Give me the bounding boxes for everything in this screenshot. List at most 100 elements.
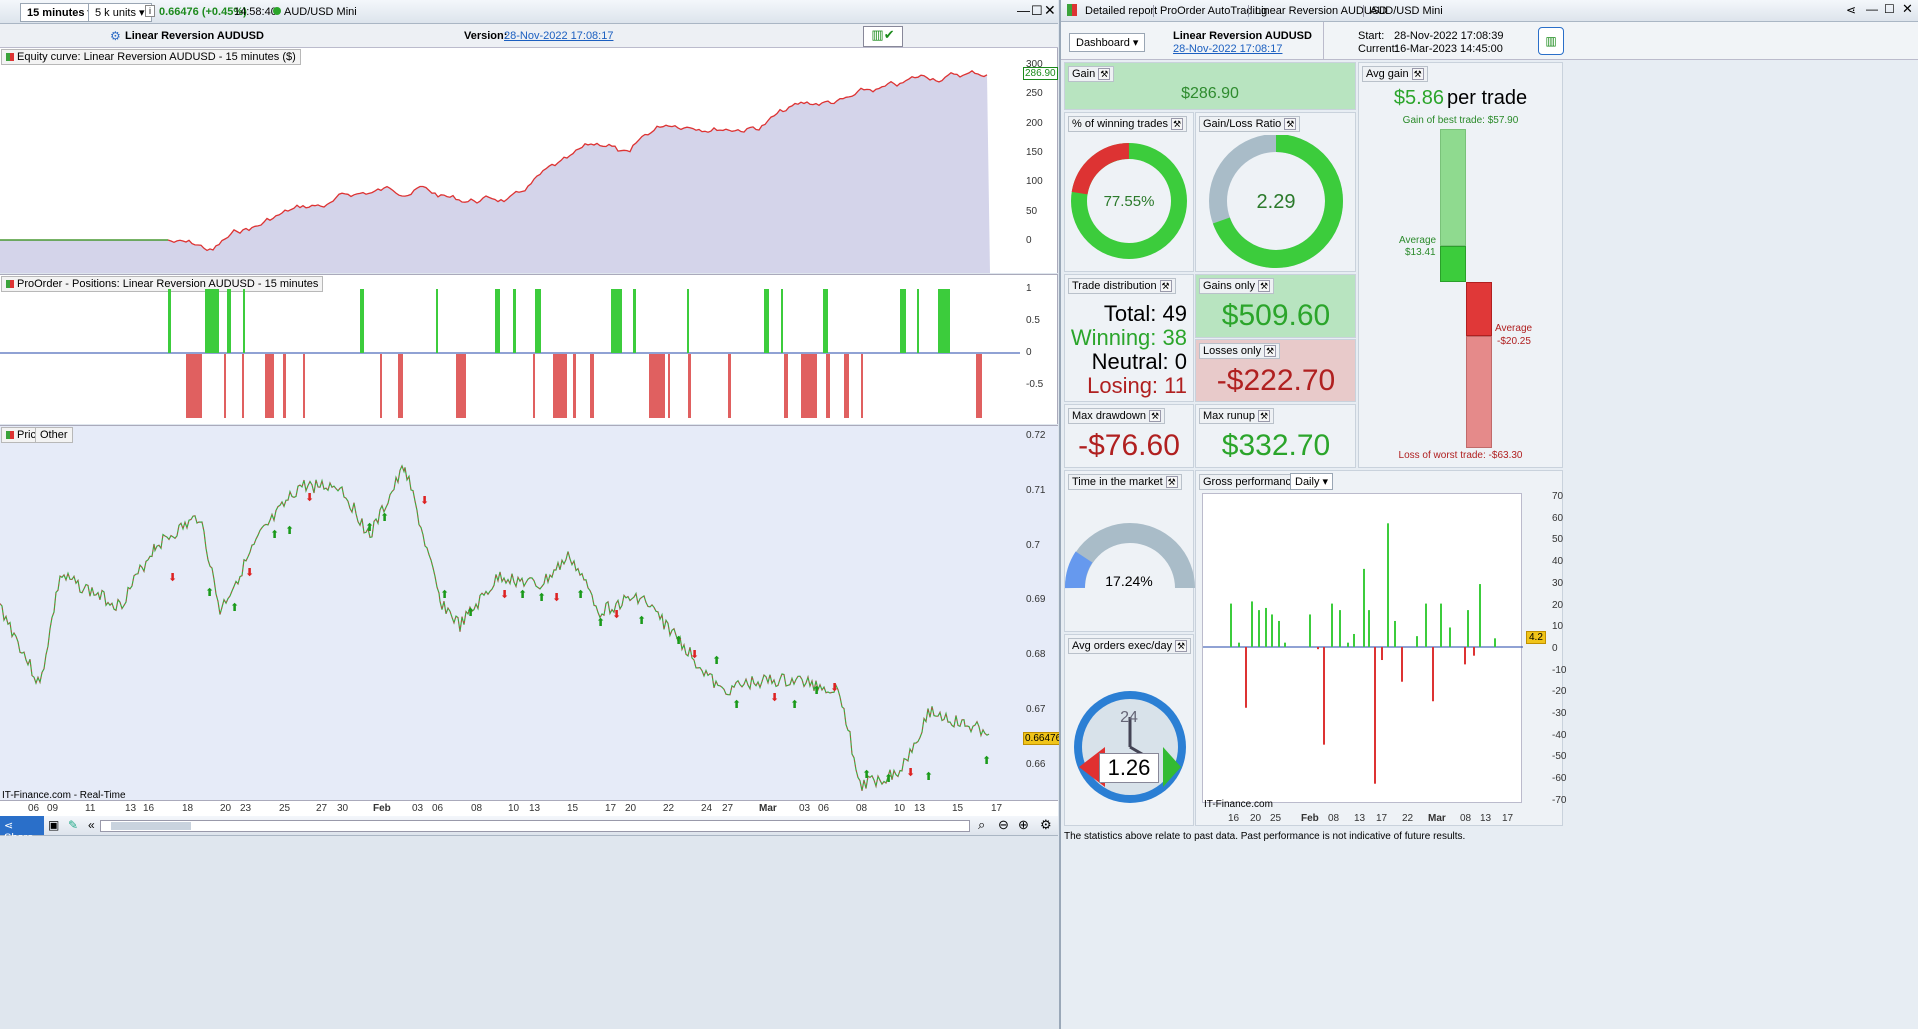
trade-marker: ⬆ <box>230 602 239 614</box>
avg-loss-amount: -$20.25 <box>1497 336 1531 347</box>
zoom-out-icon[interactable]: ⊖ <box>998 817 1009 833</box>
trade-marker: ⬆ <box>862 769 871 781</box>
gross-date-label: 16 <box>1228 813 1240 824</box>
trade-marker: ⬇ <box>690 649 699 661</box>
position-tick-label: 0.5 <box>1026 315 1040 326</box>
wrench-icon[interactable]: ⚒ <box>1257 280 1270 292</box>
close-icon[interactable]: ✕ <box>1044 2 1056 19</box>
avg-gain-title: Avg gain ⚒ <box>1362 66 1428 82</box>
horizontal-scrollbar[interactable] <box>100 820 970 832</box>
report-button-icon[interactable]: ▥✔ <box>863 26 903 47</box>
short-position-bar <box>784 354 788 418</box>
best-bar <box>1440 129 1466 246</box>
wrench-icon[interactable]: ⚒ <box>1098 68 1111 80</box>
minimize-icon[interactable]: — <box>1017 3 1030 18</box>
version-link[interactable]: 28-Nov-2022 17:08:17 <box>504 30 613 42</box>
tab-instrument[interactable]: AUD/USD Mini <box>1363 5 1443 17</box>
date-tick-label: 13 <box>914 803 926 814</box>
gross-date-label: 17 <box>1502 813 1514 824</box>
gross-date-label: 25 <box>1270 813 1282 824</box>
price-chart: ⬇ ⬆ ⬆ ⬇ ⬆ ⬆ ⬇ ⬆ ⬆ ⬇ ⬆ ⬆ ⬇ ⬆ ⬆ ⬇ ⬆ ⬆ ⬇ ⬆ ⬆ ⬇ ⬆ ⬆ ⬇ ⬆ ⬆ ⬇ ⬆ ⬆ ⬇ ⬆ ⬆ <box>0 464 991 791</box>
time-in-market-card: Time in the market ⚒ 17.24% <box>1064 470 1195 632</box>
trade-marker: ⬆ <box>790 699 799 711</box>
zoom-in-icon[interactable]: ⊕ <box>1018 817 1029 833</box>
losses-only-card: Losses only ⚒ -$222.70 <box>1195 339 1356 402</box>
long-position-bar <box>360 289 364 353</box>
trade-marker: ⬇ <box>245 567 254 579</box>
screenshot-icon[interactable]: ▣ <box>48 818 59 832</box>
trades-losing: Losing: 11 <box>1087 373 1187 398</box>
long-position-bar <box>513 289 516 353</box>
long-position-bar <box>938 289 950 353</box>
maximize-icon[interactable]: ☐ <box>1884 2 1895 16</box>
gross-tick-label: 20 <box>1552 599 1564 611</box>
short-position-bar <box>844 354 849 418</box>
wrench-icon[interactable]: ⚒ <box>1148 410 1161 422</box>
avg-gain-unit: per trade <box>1447 87 1528 109</box>
zoom-fit-icon[interactable]: ⌕ <box>978 817 985 833</box>
gross-date-label: Mar <box>1428 813 1446 824</box>
trade-marker: ⬇ <box>770 692 779 704</box>
tab-detailed-report[interactable]: Detailed report <box>1085 5 1157 17</box>
date-tick-label: 27 <box>722 803 734 814</box>
long-position-bar <box>495 289 500 353</box>
gross-date-label: 13 <box>1480 813 1492 824</box>
max-drawdown-value: -$76.60 <box>1078 429 1180 462</box>
equity-panel: Equity curve: Linear Reversion AUDUSD - … <box>0 48 1058 273</box>
winning-trades-title: % of winning trades ⚒ <box>1068 116 1187 132</box>
short-position-bar <box>186 354 202 418</box>
report-date-link[interactable]: 28-Nov-2022 17:08:17 <box>1173 43 1282 55</box>
long-position-bar <box>917 289 919 353</box>
position-tick-label: 0 <box>1026 347 1032 358</box>
date-tick-label: Mar <box>759 803 777 814</box>
price-tick-label: 0.67 <box>1026 704 1046 715</box>
strategy-icon: ⚙ <box>110 29 121 43</box>
price-tick-label: 0.68 <box>1026 649 1046 661</box>
trade-marker: ⬆ <box>537 592 546 604</box>
gross-tick-label: -70 <box>1552 794 1567 806</box>
maximize-icon[interactable]: ☐ <box>1031 3 1043 19</box>
close-icon[interactable]: ✕ <box>1902 1 1913 17</box>
info-icon[interactable]: i <box>145 5 155 17</box>
wrench-icon[interactable]: ⚒ <box>1165 476 1178 488</box>
current-label: Current: <box>1358 43 1398 55</box>
bottom-toolbar: ⋖ Share ▣ ✎ « ⌕ ⊖ ⊕ ⚙ <box>0 816 1058 844</box>
short-position-bar <box>826 354 830 418</box>
gross-tick-label: -40 <box>1552 729 1567 741</box>
draw-icon[interactable]: ✎ <box>68 818 78 832</box>
short-position-bar <box>590 354 594 418</box>
date-tick-label: 06 <box>818 803 830 814</box>
wrench-icon[interactable]: ⚒ <box>1257 410 1270 422</box>
equity-tick-label: 150 <box>1026 146 1043 158</box>
wrench-icon[interactable]: ⚒ <box>1171 118 1183 130</box>
gross-tick-label: -50 <box>1552 751 1567 763</box>
wrench-icon[interactable]: ⚒ <box>1175 640 1188 652</box>
trade-marker: ⬆ <box>205 587 214 599</box>
short-position-bar <box>649 354 665 418</box>
units-select[interactable]: 5 k units ▾ <box>88 3 152 22</box>
gross-tick-label: 50 <box>1552 534 1564 546</box>
current-value: 16-Mar-2023 14:45:00 <box>1394 43 1503 55</box>
equity-last-value: 286.90 <box>1023 67 1058 80</box>
share-icon[interactable]: ⋖ <box>1846 3 1856 17</box>
share-button[interactable]: ⋖ Share <box>0 816 44 844</box>
date-tick-label: 17 <box>991 803 1003 814</box>
price-tick-label: 0.71 <box>1026 484 1046 496</box>
settings-icon[interactable]: ⚙ <box>1040 817 1052 833</box>
long-position-bar <box>900 289 906 353</box>
wrench-icon[interactable]: ⚒ <box>1284 118 1297 130</box>
trade-marker: ⬆ <box>270 529 279 541</box>
wrench-icon[interactable]: ⚒ <box>1159 280 1172 292</box>
report-window: Detailed report ProOrder AutoTrading Lin… <box>1059 0 1918 1029</box>
report-icon[interactable]: ▥ <box>1538 27 1564 55</box>
period-select[interactable]: Daily ▾ <box>1290 473 1334 490</box>
minimize-icon[interactable]: — <box>1866 2 1878 16</box>
dashboard-select[interactable]: Dashboard ▾ <box>1069 33 1146 52</box>
trade-marker: ⬆ <box>365 522 374 534</box>
gain-loss-title: Gain/Loss Ratio ⚒ <box>1199 116 1301 132</box>
wrench-icon[interactable]: ⚒ <box>1411 68 1424 80</box>
avg-gain-label: Average <box>1399 235 1437 246</box>
trade-marker: ⬆ <box>380 512 389 524</box>
wrench-icon[interactable]: ⚒ <box>1264 345 1277 357</box>
scroll-left-icon[interactable]: « <box>88 818 95 832</box>
